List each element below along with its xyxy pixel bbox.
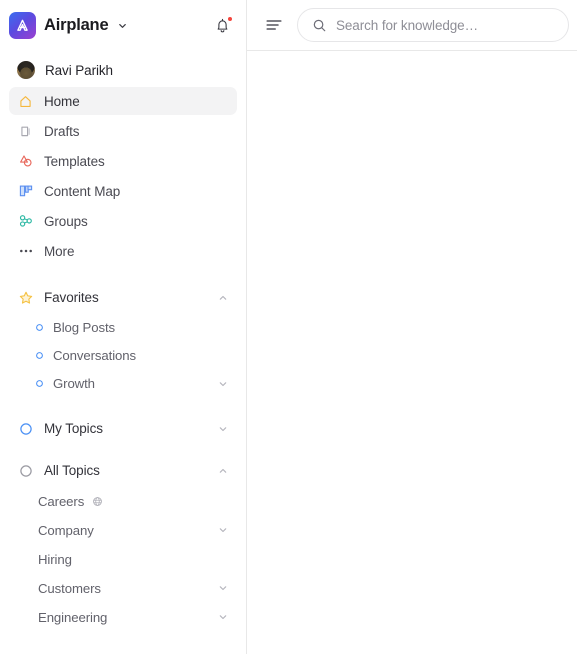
circle-icon	[35, 323, 44, 332]
chevron-down-icon[interactable]	[217, 582, 229, 594]
main-area	[247, 0, 577, 654]
section-label: All Topics	[44, 463, 100, 478]
sidebar-item-label: Templates	[44, 153, 105, 169]
sidebar-item-label: Growth	[53, 376, 95, 391]
sidebar-item-label: Hiring	[38, 551, 72, 567]
sidebar-item-content-map[interactable]: Content Map	[9, 177, 237, 205]
sidebar-item-more[interactable]: More	[9, 237, 237, 265]
chevron-down-icon[interactable]	[217, 524, 229, 536]
groups-icon	[17, 213, 34, 230]
content-map-icon	[17, 183, 34, 200]
sidebar-item-hiring[interactable]: Hiring	[9, 545, 237, 573]
sidebar-item-user[interactable]: Ravi Parikh	[9, 55, 237, 85]
workspace-name: Airplane	[44, 15, 109, 34]
search-bar[interactable]	[297, 8, 569, 42]
circle-icon	[17, 462, 34, 479]
chevron-down-icon[interactable]	[217, 378, 229, 390]
sidebar-item-conversations[interactable]: Conversations	[9, 342, 237, 369]
search-icon	[312, 18, 327, 33]
sidebar-item-label: Blog Posts	[53, 320, 116, 335]
home-icon	[17, 93, 34, 110]
sidebar-item-company[interactable]: Company	[9, 516, 237, 544]
sidebar-item-label: Company	[38, 522, 94, 538]
sidebar-item-templates[interactable]: Templates	[9, 147, 237, 175]
chevron-down-icon[interactable]	[117, 20, 128, 31]
sidebar-item-label: Content Map	[44, 183, 121, 199]
sidebar-item-drafts[interactable]: Drafts	[9, 117, 237, 145]
sidebar-item-careers[interactable]: Careers	[9, 487, 237, 515]
app-root: Airplane Ravi Parikh Home Drafts Templat…	[0, 0, 577, 654]
chevron-down-icon[interactable]	[217, 423, 229, 435]
sidebar-item-engineering[interactable]: Engineering	[9, 603, 237, 631]
section-label: My Topics	[44, 421, 103, 436]
sidebar-item-growth[interactable]: Growth	[9, 370, 237, 397]
sidebar-section-my-topics[interactable]: My Topics	[9, 414, 237, 443]
sidebar-section-all-topics[interactable]: All Topics	[9, 456, 237, 485]
sidebar-item-home[interactable]: Home	[9, 87, 237, 115]
sidebar-section-favorites[interactable]: Favorites	[9, 283, 237, 312]
sidebar-item-label: Customers	[38, 580, 101, 596]
sidebar-item-groups[interactable]: Groups	[9, 207, 237, 235]
sidebar-item-label: Groups	[44, 213, 88, 229]
sidebar-scroll: Ravi Parikh Home Drafts Templates Conten…	[0, 50, 246, 654]
star-icon	[17, 289, 34, 306]
circle-icon	[17, 420, 34, 437]
more-icon	[17, 243, 34, 260]
avatar	[17, 61, 35, 79]
hamburger-menu-icon[interactable]	[263, 14, 285, 36]
topbar	[247, 0, 577, 51]
circle-icon	[35, 351, 44, 360]
templates-icon	[17, 153, 34, 170]
sidebar: Airplane Ravi Parikh Home Drafts Templat…	[0, 0, 247, 654]
circle-icon	[35, 379, 44, 388]
content-area	[247, 51, 577, 654]
chevron-down-icon[interactable]	[217, 611, 229, 623]
globe-icon	[92, 496, 103, 507]
sidebar-item-label: Engineering	[38, 609, 108, 625]
chevron-up-icon[interactable]	[217, 292, 229, 304]
workspace-header: Airplane	[0, 0, 246, 50]
sidebar-item-label: More	[44, 243, 75, 259]
sidebar-item-blog-posts[interactable]: Blog Posts	[9, 314, 237, 341]
user-name: Ravi Parikh	[45, 62, 113, 78]
bell-icon[interactable]	[210, 13, 234, 37]
notification-badge	[227, 16, 233, 22]
section-label: Favorites	[44, 290, 99, 305]
sidebar-item-label: Home	[44, 93, 80, 109]
sidebar-item-customers[interactable]: Customers	[9, 574, 237, 602]
workspace-logo	[9, 11, 36, 39]
search-input[interactable]	[336, 17, 554, 33]
sidebar-item-label: Careers	[38, 493, 85, 509]
chevron-up-icon[interactable]	[217, 465, 229, 477]
drafts-icon	[17, 123, 34, 140]
sidebar-item-label: Conversations	[53, 348, 136, 363]
sidebar-item-label: Drafts	[44, 123, 80, 139]
